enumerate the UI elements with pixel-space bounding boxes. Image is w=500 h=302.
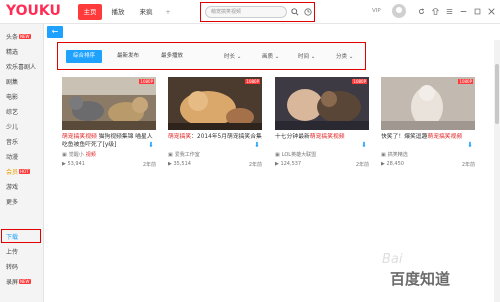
user-icon: ▣	[62, 151, 67, 158]
search-icon[interactable]	[289, 6, 301, 18]
download-icon[interactable]: ⬇	[467, 141, 473, 149]
thumbnail-image	[381, 77, 475, 130]
sidebar-item-vip[interactable]: 会员 HOT	[6, 167, 30, 176]
video-stats: ▶ 28,450 2年前	[381, 161, 475, 168]
sidebar-item-transcode[interactable]: 转码	[6, 262, 18, 271]
sidebar-item-anime[interactable]: 动漫	[6, 152, 18, 161]
thumbnail-image	[275, 77, 369, 130]
thumbnail-image	[62, 77, 156, 130]
sidebar-item-headlines[interactable]: 头条 NEW	[6, 32, 31, 41]
back-button[interactable]: ←	[47, 26, 63, 38]
scrollbar-thumb[interactable]	[495, 64, 499, 124]
video-title[interactable]: 萌宠搞笑：2014年5月萌宠搞笑合集	[168, 133, 262, 149]
quality-badge: 1080P	[458, 79, 473, 84]
scrollbar[interactable]	[494, 40, 500, 302]
duration-dropdown[interactable]: 时长 ⌄	[224, 52, 241, 60]
top-bar: YOUKU 主页 播放 来疯 + 萌宠搞笑视频 VIP	[0, 0, 500, 24]
maximize-icon[interactable]	[472, 6, 482, 16]
sort-comprehensive-button[interactable]: 综合排序	[66, 50, 102, 63]
video-title[interactable]: 萌宠搞笑视频 猫狗视频集锦 喵星人吃鱼被鱼吓死了[y级]	[62, 133, 156, 149]
quality-dropdown[interactable]: 画质 ⌄	[262, 52, 279, 60]
search-area-highlight: 萌宠搞笑视频	[200, 2, 315, 22]
video-thumbnail[interactable]: 1080P	[62, 77, 156, 130]
tab-play[interactable]: 播放	[106, 4, 130, 20]
video-stats: ▶ 35,514 2年前	[168, 161, 262, 168]
download-icon[interactable]: ⬇	[148, 141, 154, 149]
sort-most-played-button[interactable]: 最多播放	[154, 50, 190, 63]
filter-panel: 综合排序 最新发布 最多播放 时长 ⌄ 画质 ⌄ 时间 ⌄ 分类 ⌄	[57, 42, 366, 70]
tab-laifeng[interactable]: 来疯	[134, 4, 158, 20]
sidebar-item-comedy[interactable]: 欢乐喜剧人	[6, 62, 36, 71]
sidebar-item-record[interactable]: 录屏 NEW	[6, 277, 31, 286]
minimize-icon[interactable]	[458, 6, 468, 16]
user-icon: ▣	[275, 151, 280, 158]
video-card[interactable]: 1080P 快笑了！爆笑逗趣萌宠搞笑视频 ▣ 搞笑精选 ▶ 28,450 2年前 ⬇	[381, 77, 475, 168]
time-dropdown[interactable]: 时间 ⌄	[298, 52, 315, 60]
video-thumbnail[interactable]: 1080P	[168, 77, 262, 130]
back-bar: ←	[44, 24, 500, 40]
sidebar-item-music[interactable]: 音乐	[6, 137, 18, 146]
app-logo[interactable]: YOUKU	[6, 3, 61, 19]
video-thumbnail[interactable]: 1080P	[381, 77, 475, 130]
close-icon[interactable]	[486, 6, 496, 16]
user-icon: ▣	[381, 151, 386, 158]
download-icon[interactable]: ⬇	[361, 141, 367, 149]
sidebar-item-movies[interactable]: 电影	[6, 92, 18, 101]
sidebar-item-more[interactable]: 更多	[6, 197, 18, 206]
baidu-zhidao-watermark: 百度知道	[390, 270, 451, 288]
thumbnail-image	[168, 77, 262, 130]
video-author[interactable]: ▣ LOL英雄大联盟	[275, 151, 369, 159]
video-author[interactable]: ▣ 搞笑精选	[381, 151, 475, 159]
tab-home[interactable]: 主页	[78, 4, 102, 20]
video-title[interactable]: 十七分钟最新萌宠搞笑视频	[275, 133, 369, 149]
user-icon: ▣	[168, 151, 173, 158]
video-thumbnail[interactable]: 1080P	[275, 77, 369, 130]
sidebar: 头条 NEW 精选 欢乐喜剧人 剧集 电影 综艺 少儿 音乐 动漫 会员 HOT 游…	[0, 24, 44, 302]
download-highlight	[1, 229, 41, 243]
baidu-watermark-logo: Bai	[382, 252, 403, 267]
video-stats: ▶ 124,537 2年前	[275, 161, 369, 168]
video-card[interactable]: 1080P 萌宠搞笑：2014年5月萌宠搞笑合集 ▣ 爱我工作室 ▶ 35,514…	[168, 77, 262, 168]
sidebar-item-games[interactable]: 游戏	[6, 182, 18, 191]
search-input[interactable]: 萌宠搞笑视频	[205, 6, 287, 18]
video-author[interactable]: ▣ 爱我工作室	[168, 151, 262, 159]
sidebar-item-kids[interactable]: 少儿	[6, 122, 18, 131]
quality-badge: 1080P	[245, 79, 260, 84]
sidebar-item-featured[interactable]: 精选	[6, 47, 18, 56]
category-dropdown[interactable]: 分类 ⌄	[336, 52, 353, 60]
quality-badge: 1080P	[352, 79, 367, 84]
quality-badge: 1080P	[139, 79, 154, 84]
download-icon[interactable]: ⬇	[254, 141, 260, 149]
video-stats: ▶ 53,941 2年前	[62, 161, 156, 168]
history-icon[interactable]	[302, 6, 314, 18]
sidebar-item-upload[interactable]: 上传	[6, 247, 18, 256]
sidebar-item-variety[interactable]: 综艺	[6, 107, 18, 116]
video-author[interactable]: ▣ 觉醒小 视频	[62, 151, 156, 159]
vip-link[interactable]: VIP	[372, 8, 381, 14]
sidebar-item-series[interactable]: 剧集	[6, 77, 18, 86]
sort-newest-button[interactable]: 最新发布	[110, 50, 146, 63]
menu-icon[interactable]	[444, 6, 454, 16]
video-title[interactable]: 快笑了！爆笑逗趣萌宠搞笑视频	[381, 133, 475, 149]
refresh-icon[interactable]	[416, 6, 426, 16]
add-tab-button[interactable]: +	[162, 4, 174, 20]
avatar[interactable]	[392, 4, 406, 18]
video-card[interactable]: 1080P 萌宠搞笑视频 猫狗视频集锦 喵星人吃鱼被鱼吓死了[y级] ▣ 觉醒小视…	[62, 77, 156, 168]
video-card[interactable]: 1080P 十七分钟最新萌宠搞笑视频 ▣ LOL英雄大联盟 ▶ 124,537 2年…	[275, 77, 369, 168]
skin-icon[interactable]	[430, 6, 440, 16]
